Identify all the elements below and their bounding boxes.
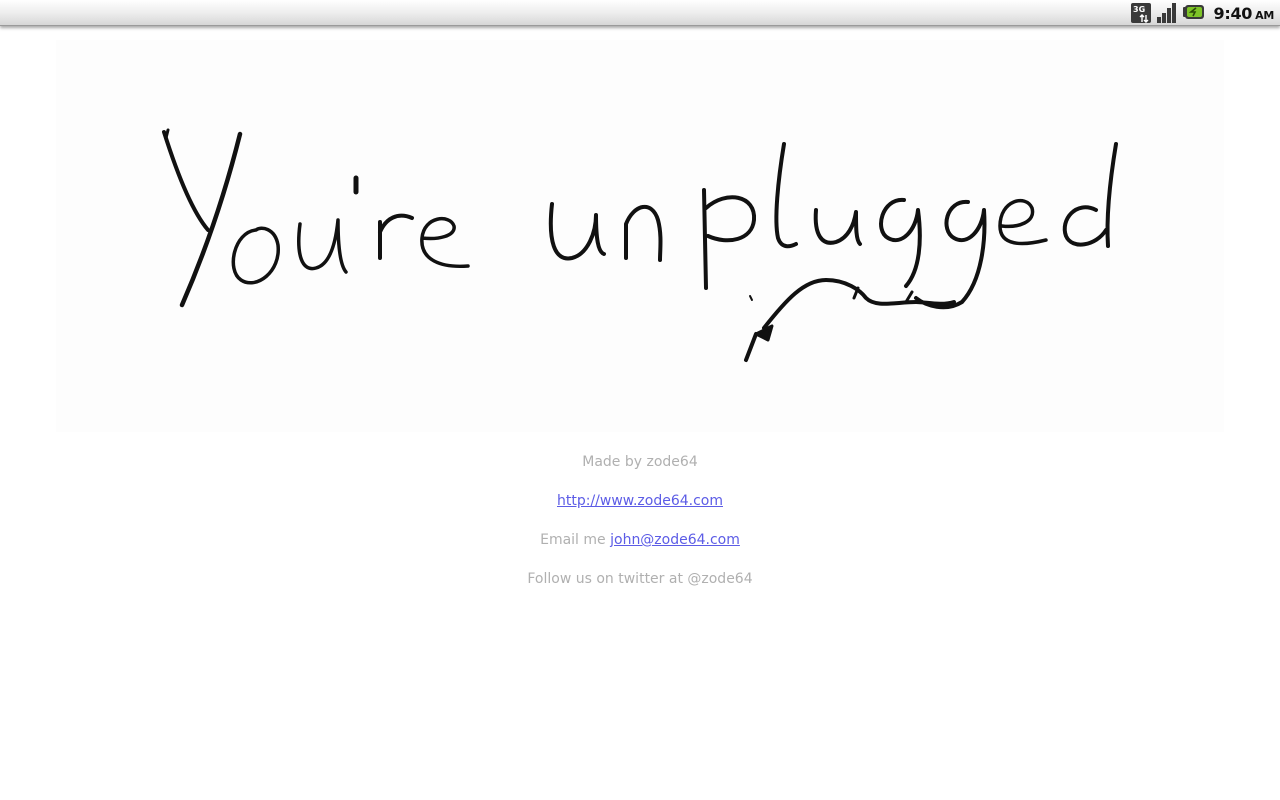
info-section: Made by zode64 http://www.zode64.com Ema…	[0, 452, 1280, 608]
email-prefix: Email me	[540, 532, 606, 548]
unplugged-banner	[56, 40, 1224, 432]
svg-text:3G: 3G	[1133, 5, 1145, 14]
status-bar: 3G 9:40 AM	[0, 0, 1280, 26]
twitter-text: Follow us on twitter at @zode64	[527, 571, 753, 587]
battery-charging-icon	[1182, 2, 1206, 24]
handwritten-youre-unplugged	[162, 128, 1118, 362]
made-by-text: Made by zode64	[582, 454, 698, 470]
clock-ampm: AM	[1255, 8, 1274, 22]
email-link[interactable]: john@zode64.com	[610, 532, 740, 548]
clock: 9:40 AM	[1213, 3, 1275, 23]
status-icons: 3G 9:40 AM	[1130, 2, 1274, 24]
website-paragraph: http://www.zode64.com	[0, 491, 1280, 511]
signal-strength-icon	[1156, 2, 1178, 24]
network-3g-icon: 3G	[1130, 2, 1152, 24]
website-link[interactable]: http://www.zode64.com	[557, 493, 723, 509]
email-paragraph: Email me john@zode64.com	[0, 530, 1280, 550]
clock-time: 9:40	[1213, 3, 1253, 23]
